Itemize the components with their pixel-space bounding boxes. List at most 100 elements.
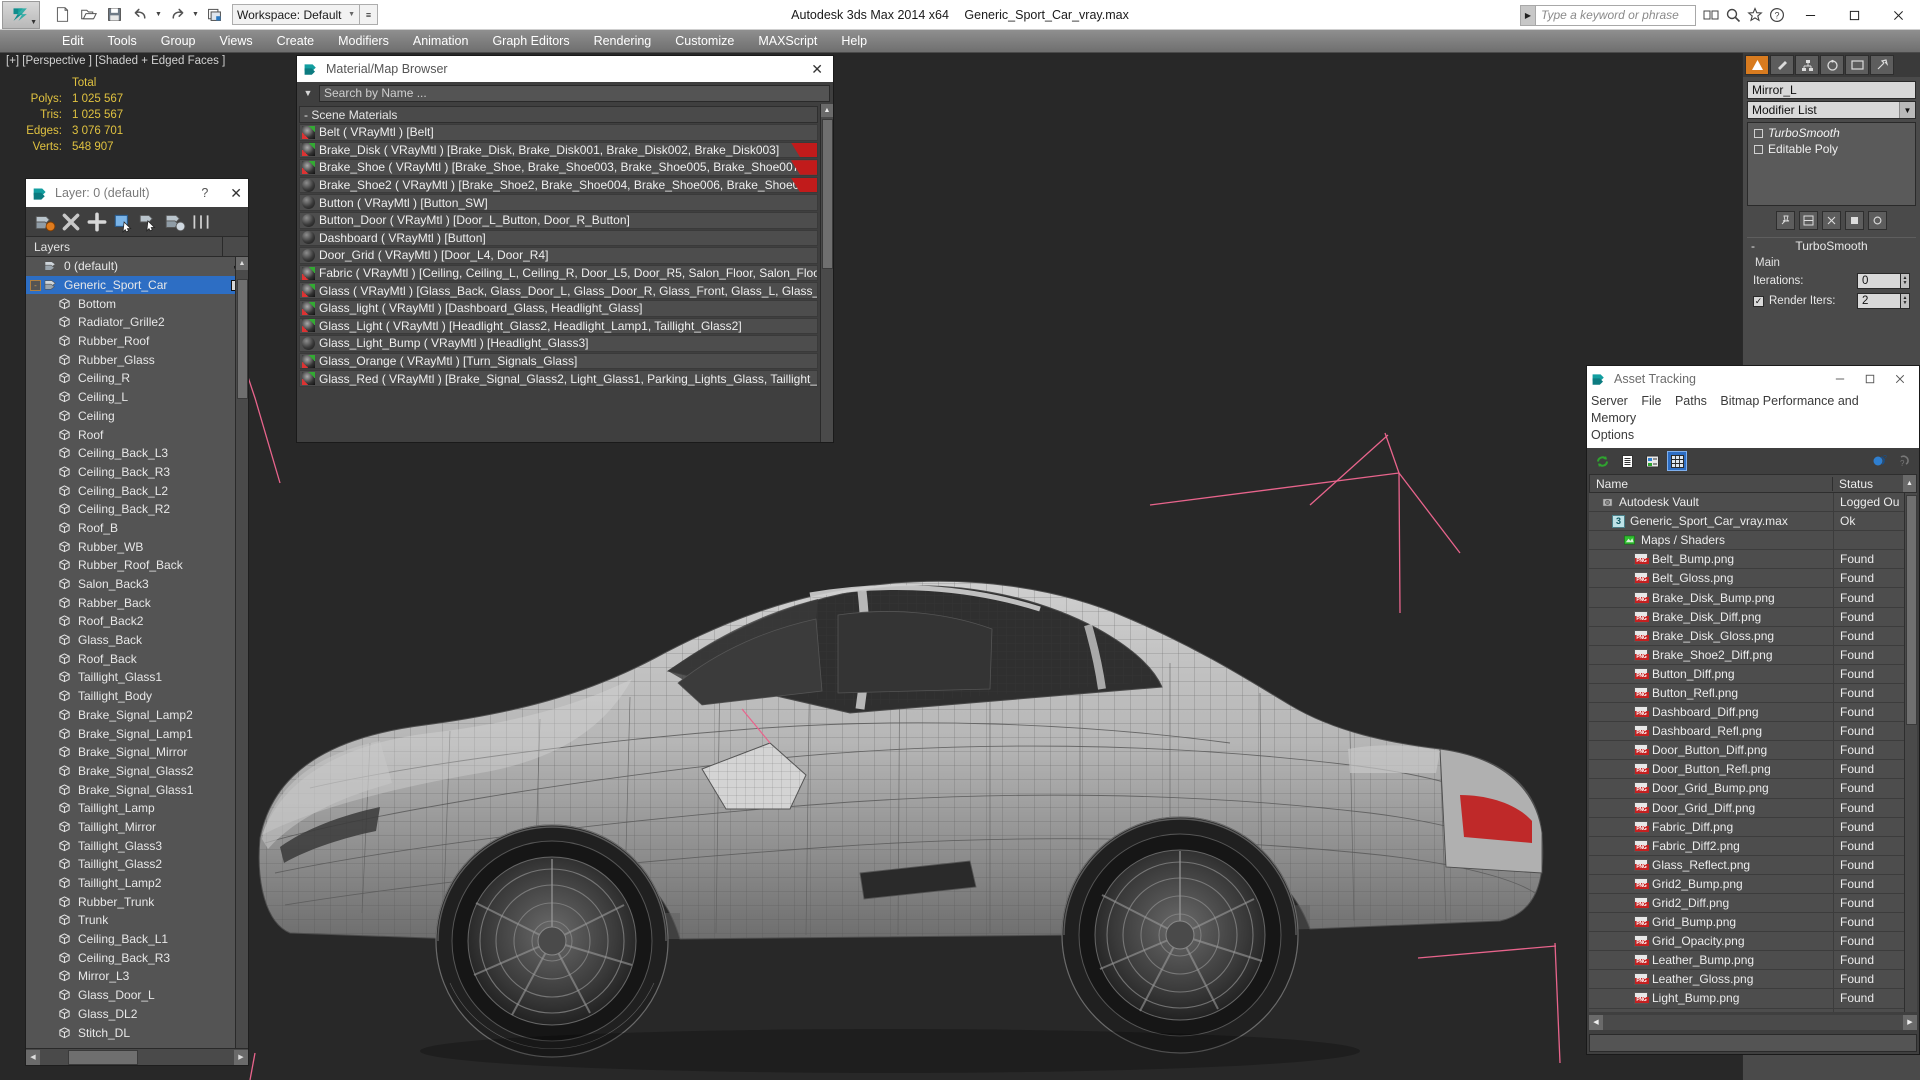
asset-row[interactable]: PNG Panel_Bump.png Found (1589, 1008, 1904, 1012)
layer-row[interactable]: Brake_Signal_Mirror (26, 743, 248, 762)
viewport-label[interactable]: [+] [Perspective ] [Shaded + Edged Faces… (6, 55, 225, 67)
window-close-button[interactable] (1876, 0, 1920, 30)
layer-hscroll-thumb[interactable] (68, 1049, 138, 1065)
layer-row[interactable]: Stitch_DL (26, 1023, 248, 1042)
layer-scroll-up-arrow-icon[interactable]: ▲ (236, 257, 248, 270)
material-row[interactable]: Glass_Light ( VRayMtl ) [Headlight_Glass… (299, 317, 818, 335)
asset-row[interactable]: PNG Button_Diff.png Found (1589, 664, 1904, 684)
asset-row[interactable]: PNG Button_Refl.png Found (1589, 683, 1904, 704)
layer-row[interactable]: Brake_Signal_Lamp1 (26, 724, 248, 743)
asset-row[interactable]: PNG Brake_Disk_Diff.png Found (1589, 607, 1904, 627)
material-scroll-up-arrow-icon[interactable]: ▲ (821, 104, 833, 117)
modifier-list-dropdown[interactable]: Modifier List ▼ (1747, 101, 1916, 119)
menu-item-graph-editors[interactable]: Graph Editors (480, 30, 581, 53)
redo-icon[interactable] (165, 3, 189, 27)
tab-motion[interactable] (1820, 55, 1844, 75)
material-row[interactable]: Brake_Shoe ( VRayMtl ) [Brake_Shoe, Brak… (299, 159, 818, 176)
rollout-collapse-icon[interactable]: - (1751, 239, 1755, 253)
iterations-spinner-icon[interactable]: ▲ ▼ (1901, 273, 1910, 289)
layer-explorer-panel[interactable]: Layer: 0 (default) ? ✕ Layers 0 (default… (25, 178, 249, 1066)
asset-tracking-horizontal-scrollbar[interactable]: ◀ ▶ (1587, 1012, 1919, 1032)
save-file-icon[interactable] (102, 3, 126, 27)
layer-hscroll-right-arrow-icon[interactable]: ▶ (234, 1049, 248, 1065)
modifier-stack-item-editable-poly[interactable]: Editable Poly (1750, 141, 1913, 157)
material-row[interactable]: Glass_Light_Bump ( VRayMtl ) [Headlight_… (299, 335, 818, 352)
delete-layer-icon[interactable] (60, 211, 82, 233)
material-row[interactable]: Glass_Orange ( VRayMtl ) [Turn_Signals_G… (299, 352, 818, 370)
layer-row[interactable]: Rubber_Trunk (26, 892, 248, 911)
layer-row[interactable]: Ceiling_Back_L2 (26, 481, 248, 500)
layer-row[interactable]: Roof (26, 425, 248, 444)
material-browser-close-button[interactable]: ✕ (807, 61, 827, 78)
asset-tracking-minimize-button[interactable] (1825, 366, 1855, 392)
asset-row[interactable]: Autodesk Vault Logged Ou (1589, 493, 1904, 513)
iterations-value[interactable]: 0 (1857, 273, 1901, 289)
help-icon[interactable]: ? (1766, 4, 1788, 26)
material-search-input[interactable]: Search by Name ... (319, 84, 830, 102)
asset-row[interactable]: PNG Brake_Disk_Gloss.png Found (1589, 626, 1904, 646)
asset-row[interactable]: PNG Grid2_Diff.png Found (1589, 893, 1904, 914)
asset-row[interactable]: PNG Leather_Gloss.png Found (1589, 970, 1904, 990)
scene-materials-group-header[interactable]: - Scene Materials (299, 106, 818, 123)
asset-row[interactable]: PNG Door_Grid_Bump.png Found (1589, 779, 1904, 799)
asset-row[interactable]: PNG Grid_Bump.png Found (1589, 913, 1904, 933)
material-list-scrollbar[interactable]: ▲ (820, 104, 833, 442)
asset-scroll-thumb[interactable] (1906, 495, 1917, 725)
redo-dropdown-caret-icon[interactable]: ▼ (191, 11, 200, 18)
layer-row[interactable]: 0 (default)✔ (26, 257, 248, 276)
asset-row[interactable]: Maps / Shaders (1589, 531, 1904, 551)
menu-item-modifiers[interactable]: Modifiers (326, 30, 401, 53)
render-iters-field[interactable]: ✓ Render Iters: 2 ▲ ▼ (1747, 291, 1916, 311)
material-row[interactable]: Dashboard ( VRayMtl ) [Button] (299, 229, 818, 247)
asset-tracking-list[interactable]: Autodesk Vault Logged Ou 3 Generic_Sport_Ca… (1589, 493, 1917, 1012)
set-current-layer-icon[interactable] (164, 211, 186, 233)
asset-row[interactable]: 3 Generic_Sport_Car_vray.max Ok (1589, 512, 1904, 532)
asset-row[interactable]: PNG Light_Bump.png Found (1589, 989, 1904, 1009)
layer-row[interactable]: Glass_Door_L (26, 986, 248, 1005)
layer-row[interactable]: Radiator_Grille2 (26, 313, 248, 332)
search-input[interactable]: Type a keyword or phrase (1536, 4, 1696, 26)
new-file-icon[interactable] (50, 3, 74, 27)
material-row[interactable]: Button ( VRayMtl ) [Button_SW] (299, 194, 818, 211)
menu-item-animation[interactable]: Animation (401, 30, 481, 53)
asset-hscroll-right-arrow-icon[interactable]: ▶ (1903, 1014, 1917, 1030)
turbosmooth-rollout-header[interactable]: - TurboSmooth (1747, 237, 1916, 254)
tab-utilities[interactable] (1870, 55, 1894, 75)
layer-explorer-help-icon[interactable]: ? (201, 186, 208, 200)
material-row[interactable]: Door_Grid ( VRayMtl ) [Door_L4, Door_R4] (299, 247, 818, 264)
render-iters-value[interactable]: 2 (1857, 293, 1901, 309)
menu-item-create[interactable]: Create (265, 30, 327, 53)
asset-hscroll-track[interactable] (1603, 1014, 1903, 1030)
layer-row[interactable]: Taillight_Glass2 (26, 855, 248, 874)
object-name-field[interactable]: Mirror_L (1747, 81, 1916, 99)
menu-item-rendering[interactable]: Rendering (582, 30, 664, 53)
modifier-toggle-icon[interactable] (1754, 128, 1763, 138)
layer-hscroll-track[interactable] (40, 1049, 234, 1065)
material-row[interactable]: Fabric ( VRayMtl ) [Ceiling, Ceiling_L, … (299, 264, 818, 282)
turbosmooth-rollout[interactable]: - TurboSmooth Main Iterations: 0 ▲ ▼ ✓ Re… (1747, 237, 1916, 311)
open-file-icon[interactable] (76, 3, 100, 27)
asset-list-vertical-scrollbar[interactable] (1904, 493, 1917, 1012)
pin-stack-icon[interactable] (1776, 210, 1795, 230)
layer-row[interactable]: Rabber_Back (26, 593, 248, 612)
infocenter-expand-icon[interactable]: ▶ (1520, 4, 1536, 26)
check-in-icon[interactable]: ? (1869, 451, 1889, 471)
create-new-layer-icon[interactable] (34, 211, 56, 233)
layer-row[interactable]: Bottom (26, 294, 248, 313)
tab-create[interactable] (1745, 55, 1769, 75)
asset-row[interactable]: PNG Door_Grid_Diff.png Found (1589, 798, 1904, 818)
render-iters-spinner-icon[interactable]: ▲ ▼ (1901, 293, 1910, 309)
add-selection-to-layer-icon[interactable] (86, 211, 108, 233)
material-row[interactable]: Glass ( VRayMtl ) [Glass_Back, Glass_Doo… (299, 282, 818, 299)
layer-row[interactable]: Ceiling_Back_R3 (26, 463, 248, 482)
material-row[interactable]: Glass_light ( VRayMtl ) [Dashboard_Glass… (299, 299, 818, 317)
asset-row[interactable]: PNG Door_Button_Diff.png Found (1589, 741, 1904, 761)
select-objects-in-layer-icon[interactable] (112, 211, 134, 233)
layer-row[interactable]: Ceiling_Back_R2 (26, 500, 248, 519)
material-row[interactable]: Brake_Shoe2 ( VRayMtl ) [Brake_Shoe2, Br… (299, 176, 818, 194)
tab-hierarchy[interactable] (1795, 55, 1819, 75)
layer-row[interactable]: Taillight_Lamp (26, 799, 248, 818)
layer-hscroll-left-arrow-icon[interactable]: ◀ (26, 1049, 40, 1065)
menu-item-group[interactable]: Group (149, 30, 208, 53)
menu-item-customize[interactable]: Customize (663, 30, 746, 53)
